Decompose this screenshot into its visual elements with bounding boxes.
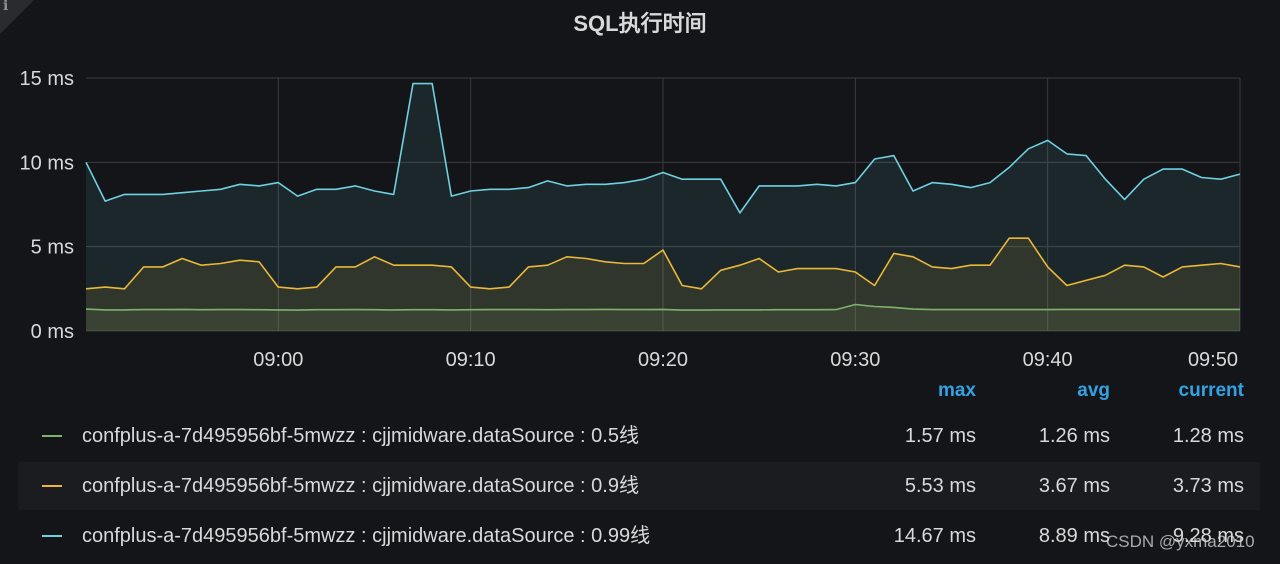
legend-label[interactable]: confplus-a-7d495956bf-5mwzz : cjjmidware… bbox=[82, 412, 639, 460]
x-tick-label: 09:20 bbox=[638, 349, 688, 371]
legend-header-current[interactable]: current bbox=[1124, 380, 1244, 402]
legend-row[interactable]: confplus-a-7d495956bf-5mwzz : cjjmidware… bbox=[18, 512, 1260, 560]
x-tick-label: 09:40 bbox=[1023, 349, 1073, 371]
x-tick-label: 09:50 bbox=[1188, 349, 1238, 371]
legend-avg: 8.89 ms bbox=[1038, 525, 1110, 547]
legend-avg: 1.26 ms bbox=[1038, 425, 1110, 447]
series-color-swatch[interactable] bbox=[42, 435, 62, 437]
y-tick-label: 15 ms bbox=[20, 68, 74, 90]
legend-row[interactable]: confplus-a-7d495956bf-5mwzz : cjjmidware… bbox=[18, 462, 1260, 510]
legend-max: 14.67 ms bbox=[893, 525, 976, 547]
x-tick-label: 09:30 bbox=[830, 349, 880, 371]
legend-current: 1.28 ms bbox=[1172, 425, 1244, 447]
legend-label[interactable]: confplus-a-7d495956bf-5mwzz : cjjmidware… bbox=[82, 512, 650, 560]
legend-label[interactable]: confplus-a-7d495956bf-5mwzz : cjjmidware… bbox=[82, 462, 639, 510]
legend-header-avg[interactable]: avg bbox=[990, 380, 1110, 402]
series-color-swatch[interactable] bbox=[42, 535, 62, 537]
y-tick-label: 10 ms bbox=[20, 152, 74, 174]
legend-max: 5.53 ms bbox=[904, 475, 976, 497]
legend-row[interactable]: confplus-a-7d495956bf-5mwzz : cjjmidware… bbox=[18, 412, 1260, 460]
y-tick-label: 5 ms bbox=[31, 237, 74, 259]
legend-max: 1.57 ms bbox=[904, 425, 976, 447]
time-series-chart[interactable]: 0 ms 5 ms 10 ms 15 ms 09:00 09:10 09:20 09:30 09… bbox=[0, 0, 1280, 380]
x-tick-label: 09:00 bbox=[253, 349, 303, 371]
y-tick-label: 0 ms bbox=[31, 321, 74, 343]
series-color-swatch[interactable] bbox=[42, 485, 62, 487]
legend-header-max[interactable]: max bbox=[856, 380, 976, 402]
x-tick-label: 09:10 bbox=[446, 349, 496, 371]
legend-avg: 3.67 ms bbox=[1038, 475, 1110, 497]
watermark: CSDN @yxma2010 bbox=[1106, 532, 1255, 551]
legend-current: 3.73 ms bbox=[1172, 475, 1244, 497]
